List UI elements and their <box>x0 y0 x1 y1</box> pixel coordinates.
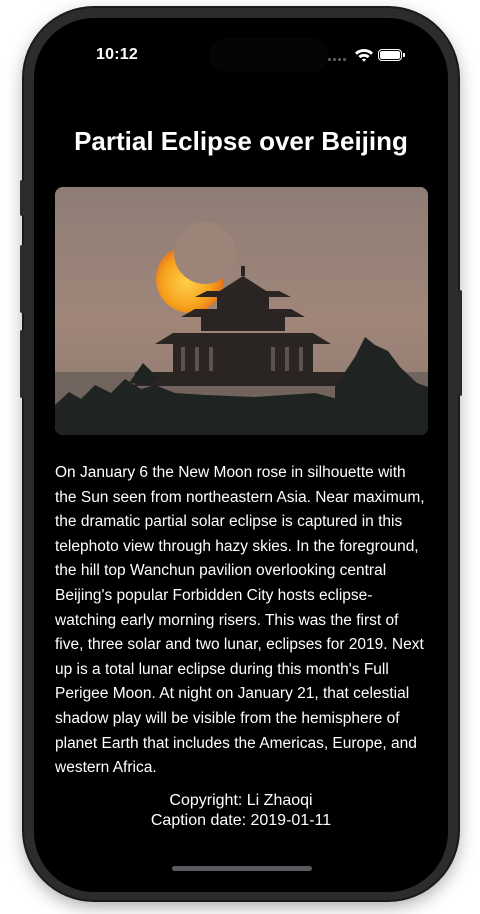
image-metadata: Copyright: Li Zhaoqi Caption date: 2019-… <box>34 791 448 831</box>
dynamic-island <box>209 38 329 72</box>
caption-date-label: Caption date: 2019-01-11 <box>150 812 332 829</box>
battery-icon <box>378 49 405 61</box>
status-bar: 10:12 <box>34 18 448 74</box>
app-screen: 10:12 Partial Eclipse over Beijing On Ja… <box>34 18 448 892</box>
copyright-label: Copyright: Li Zhaoqi <box>169 792 313 809</box>
explanation-text: On January 6 the New Moon rose in silhou… <box>55 464 425 777</box>
moon-silhouette <box>174 222 236 284</box>
cellular-signal-icon <box>328 57 348 61</box>
volume-down-button <box>20 330 25 398</box>
page-title: Partial Eclipse over Beijing <box>74 126 408 156</box>
status-time: 10:12 <box>96 46 138 63</box>
power-button <box>457 290 462 396</box>
home-indicator[interactable] <box>172 866 312 871</box>
eclipse-photo-illustration <box>55 187 428 435</box>
apod-image[interactable] <box>55 187 428 435</box>
action-button <box>20 180 25 216</box>
volume-up-button <box>20 245 25 313</box>
battery-level <box>380 51 400 59</box>
wifi-icon <box>354 48 374 67</box>
